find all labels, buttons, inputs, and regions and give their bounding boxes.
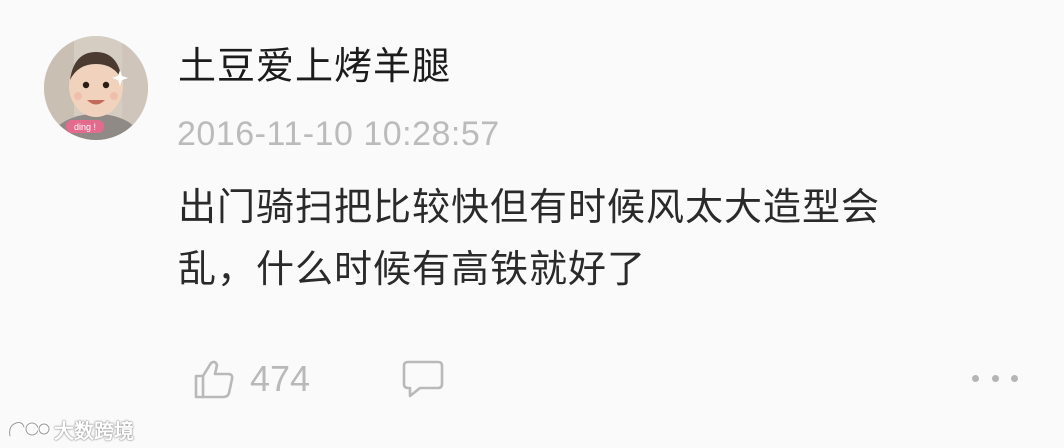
like-count: 474	[250, 358, 311, 399]
more-dots-icon	[991, 374, 999, 382]
comment-body-line: 出门骑扫把比较快但有时候风太大造型会	[178, 185, 881, 229]
thumbs-up-icon	[194, 360, 234, 399]
comment-body-line: 乱，什么时候有高铁就好了	[178, 247, 647, 291]
like-button[interactable]: 474	[192, 354, 310, 404]
speech-bubble-icon	[402, 360, 444, 398]
comment-body: 出门骑扫把比较快但有时候风太大造型会 乱，什么时候有高铁就好了	[178, 176, 998, 300]
timestamp: 2016-11-10 10:28:57	[177, 115, 500, 153]
more-button[interactable]	[972, 364, 1018, 392]
avatar[interactable]: ding !	[44, 36, 148, 140]
more-dots-icon	[1011, 374, 1018, 382]
watermark-text: 大数跨境	[54, 418, 134, 443]
more-dots-icon	[972, 374, 979, 382]
username[interactable]: 土豆爱上烤羊腿	[178, 40, 451, 92]
reply-button[interactable]	[400, 356, 446, 402]
watermark-logo-icon	[8, 421, 50, 438]
comment-card: ding ! 土豆爱上烤羊腿 2016-11-10 10:28:57 出门骑扫把…	[0, 0, 1064, 448]
baby-photo-avatar-icon: ding !	[44, 36, 148, 140]
avatar-sticker-text: ding !	[74, 122, 96, 132]
watermark: 大数跨境	[6, 414, 134, 444]
